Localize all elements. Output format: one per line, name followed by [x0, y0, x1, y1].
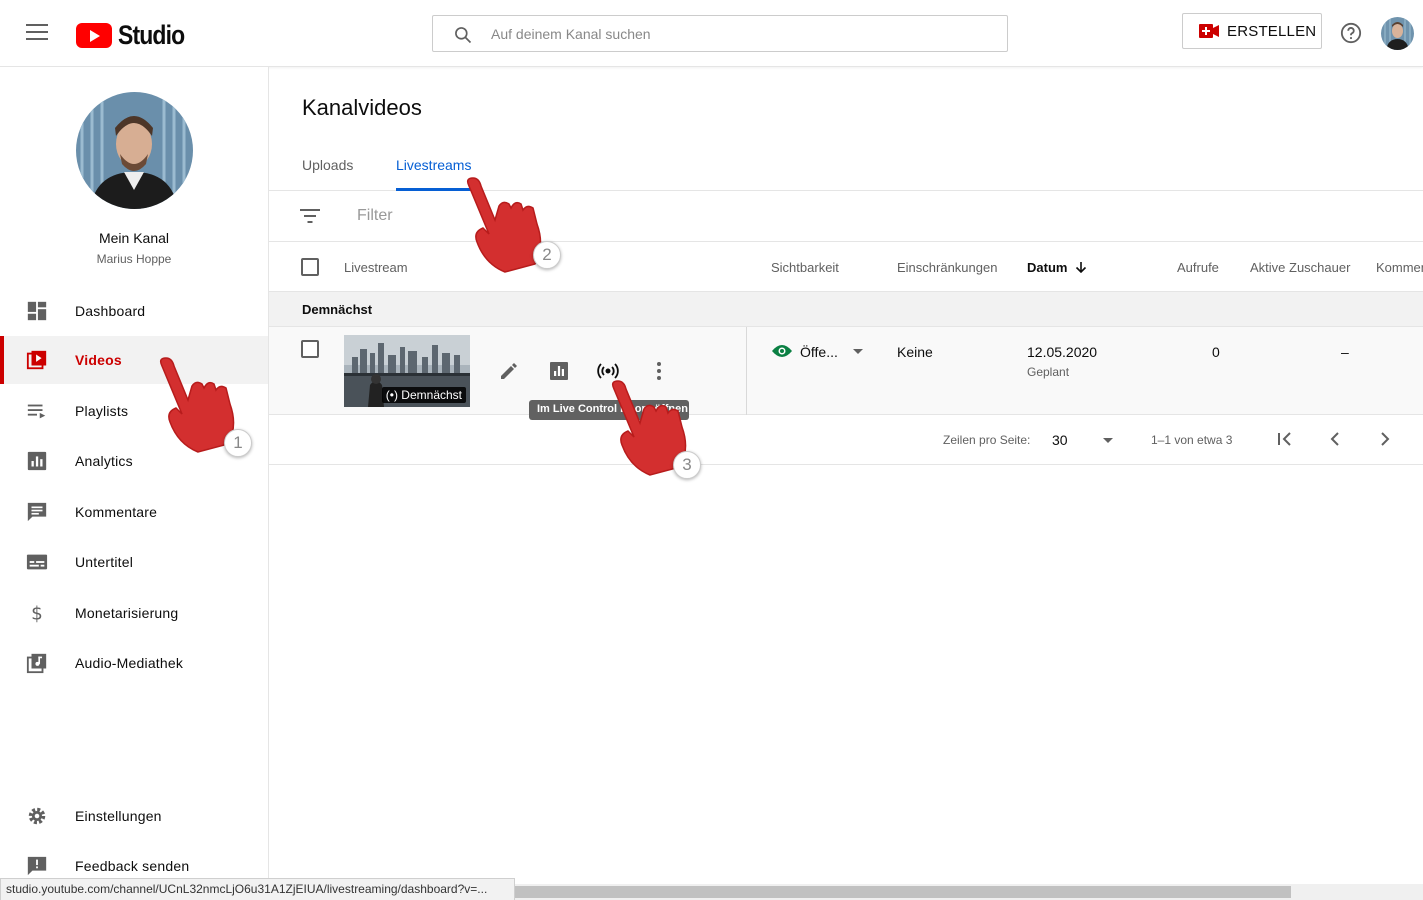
search-box: [432, 15, 1008, 52]
menu-icon[interactable]: [26, 24, 48, 42]
column-date[interactable]: Datum: [1027, 260, 1087, 275]
live-broadcast-icon[interactable]: [596, 359, 620, 383]
restrictions-value: Keine: [897, 344, 933, 360]
youtube-studio-app: Studio ERSTELLEN Mein Kanal Marius Hoppe…: [0, 0, 1423, 900]
analytics-icon: [27, 451, 47, 471]
rows-per-page-label: Zeilen pro Seite:: [943, 433, 1031, 447]
table-row[interactable]: (•) Demnächst Öffe... Keine 12.05.2020 G…: [269, 327, 1423, 415]
step-3-badge: 3: [673, 451, 701, 479]
select-all-checkbox[interactable]: [301, 258, 319, 276]
sidebar-item-monetization[interactable]: $ Monetarisierung: [0, 589, 268, 637]
filter-icon[interactable]: [300, 207, 320, 225]
audio-library-icon: [26, 653, 47, 674]
video-library-icon: [26, 350, 47, 370]
sidebar-item-label: Kommentare: [75, 504, 158, 520]
sidebar-item-label: Dashboard: [75, 303, 146, 319]
column-views[interactable]: Aufrufe: [1177, 260, 1219, 275]
table-header: Livestream Sichtbarkeit Einschränkungen …: [269, 242, 1423, 292]
step-2-badge: 2: [533, 241, 561, 269]
pagination-bar: Zeilen pro Seite: 30 1–1 von etwa 3: [269, 415, 1423, 465]
column-livestream[interactable]: Livestream: [344, 260, 408, 275]
visibility-value[interactable]: Öffe...: [800, 344, 838, 360]
channel-name: Mein Kanal: [98, 230, 170, 246]
sidebar-item-settings[interactable]: Einstellungen: [0, 792, 268, 840]
horizontal-scrollbar[interactable]: [515, 884, 1423, 900]
studio-logo[interactable]: Studio: [76, 20, 196, 51]
channel-avatar[interactable]: [76, 92, 193, 209]
sidebar: Mein Kanal Marius Hoppe Dashboard Videos…: [0, 67, 269, 900]
create-label: ERSTELLEN: [1227, 22, 1317, 40]
sidebar-item-videos[interactable]: Videos: [0, 336, 268, 384]
step-1-badge: 1: [224, 429, 252, 457]
sidebar-item-comments[interactable]: Kommentare: [0, 488, 268, 536]
video-thumbnail[interactable]: (•) Demnächst: [344, 335, 470, 407]
sidebar-item-label: Einstellungen: [75, 808, 162, 824]
gear-icon: [28, 807, 46, 825]
sidebar-item-label: Audio-Mediathek: [75, 655, 184, 671]
column-active-viewers[interactable]: Aktive Zuschauer: [1250, 260, 1350, 275]
sidebar-item-playlists[interactable]: Playlists: [0, 387, 268, 435]
tab-bar: Uploads Livestreams: [269, 151, 1423, 191]
svg-text:$: $: [31, 603, 43, 624]
page-title: Kanalvideos: [302, 95, 422, 120]
section-label: Demnächst: [302, 302, 373, 317]
upcoming-badge: (•) Demnächst: [381, 387, 466, 403]
subtitles-icon: [26, 554, 48, 570]
logo-text: Studio: [118, 20, 185, 50]
filter-input[interactable]: [357, 205, 757, 227]
first-page-icon[interactable]: [1275, 429, 1295, 449]
rows-per-page-dropdown-icon[interactable]: [1103, 438, 1113, 443]
analytics-icon[interactable]: [547, 359, 571, 383]
video-camera-icon: [1199, 24, 1219, 38]
previous-page-icon[interactable]: [1325, 429, 1345, 449]
account-avatar[interactable]: [1381, 17, 1414, 50]
sidebar-item-label: Untertitel: [75, 554, 134, 570]
row-divider: [746, 327, 747, 415]
dollar-icon: $: [31, 603, 43, 624]
date-status: Geplant: [1027, 365, 1070, 379]
arrow-down-icon: [1076, 262, 1087, 274]
sidebar-item-label: Monetarisierung: [75, 605, 179, 621]
filter-bar: [269, 191, 1423, 242]
rows-per-page-value[interactable]: 30: [1052, 432, 1068, 448]
edit-pencil-icon[interactable]: [497, 359, 521, 383]
sidebar-item-dashboard[interactable]: Dashboard: [0, 287, 268, 335]
help-icon[interactable]: [1340, 22, 1362, 44]
sidebar-item-label: Videos: [75, 352, 122, 368]
page-range: 1–1 von etwa 3: [1151, 433, 1233, 447]
column-restrictions[interactable]: Einschränkungen: [897, 260, 997, 275]
column-visibility[interactable]: Sichtbarkeit: [771, 260, 839, 275]
top-header: Studio ERSTELLEN: [0, 0, 1423, 67]
eye-icon: [772, 345, 792, 357]
playlist-icon: [27, 404, 46, 419]
sidebar-item-audio-library[interactable]: Audio-Mediathek: [0, 639, 268, 687]
status-bar-url: studio.youtube.com/channel/UCnL32nmcLjO6…: [0, 878, 515, 900]
search-icon[interactable]: [453, 25, 473, 45]
sidebar-item-label: Feedback senden: [75, 858, 190, 874]
column-comments[interactable]: Kommentare: [1376, 260, 1423, 275]
next-page-icon[interactable]: [1375, 429, 1395, 449]
date-value: 12.05.2020: [1027, 344, 1098, 360]
tab-uploads[interactable]: Uploads: [302, 157, 353, 191]
scrollbar-thumb[interactable]: [515, 886, 1291, 898]
comment-icon: [27, 502, 47, 522]
views-value: 0: [1212, 344, 1220, 360]
feedback-icon: [27, 856, 47, 876]
channel-owner: Marius Hoppe: [96, 252, 172, 266]
search-input[interactable]: [491, 22, 991, 46]
sidebar-item-label: Playlists: [75, 403, 129, 419]
column-date-label: Datum: [1027, 260, 1068, 275]
active-viewers-value: –: [1341, 344, 1349, 360]
more-options-icon[interactable]: [647, 359, 671, 383]
visibility-dropdown-icon[interactable]: [853, 349, 863, 354]
row-checkbox[interactable]: [301, 340, 319, 358]
create-button[interactable]: ERSTELLEN: [1182, 13, 1322, 49]
dashboard-icon: [27, 301, 47, 321]
tab-livestreams[interactable]: Livestreams: [396, 157, 472, 191]
youtube-play-icon: [76, 23, 112, 48]
main-content: Kanalvideos Uploads Livestreams Livestre…: [269, 67, 1423, 900]
section-header: Demnächst: [269, 292, 1423, 327]
sidebar-item-label: Analytics: [75, 453, 133, 469]
sidebar-item-subtitles[interactable]: Untertitel: [0, 538, 268, 586]
